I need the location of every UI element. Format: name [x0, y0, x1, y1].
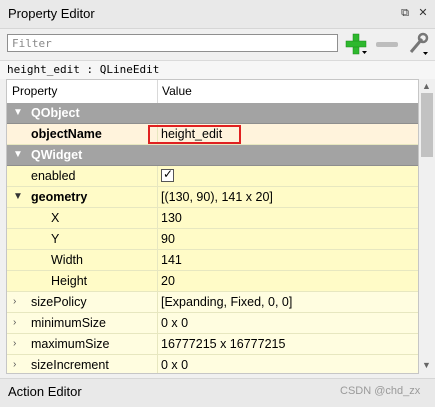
add-property-icon[interactable] — [345, 33, 367, 55]
window-title: Property Editor — [8, 6, 95, 21]
value-column-header[interactable]: Value — [162, 84, 192, 98]
configure-wrench-icon[interactable] — [407, 32, 429, 56]
property-row-geometry[interactable]: ▼ geometry [(130, 90), 141 x 20] — [7, 187, 418, 208]
property-row-objectname[interactable]: objectName height_edit — [7, 124, 418, 145]
property-value[interactable]: 0 x 0 — [161, 358, 188, 372]
property-row-width[interactable]: Width 141 — [7, 250, 418, 271]
property-name: objectName — [31, 127, 102, 141]
header-separator — [157, 80, 158, 103]
column-separator — [157, 187, 158, 208]
property-row-x[interactable]: X 130 — [7, 208, 418, 229]
vertical-scrollbar[interactable]: ▲ ▼ — [419, 79, 435, 374]
property-value[interactable]: [(130, 90), 141 x 20] — [161, 190, 273, 204]
remove-property-icon[interactable] — [376, 42, 398, 47]
filter-input[interactable]: Filter — [7, 34, 338, 52]
property-name: Y — [51, 232, 60, 246]
enabled-checkbox[interactable] — [161, 167, 174, 182]
expand-arrow-icon[interactable]: › — [13, 296, 16, 307]
property-value[interactable]: 0 x 0 — [161, 316, 188, 330]
column-separator — [157, 334, 158, 355]
property-value[interactable]: 141 — [161, 253, 182, 267]
property-row-minimumsize[interactable]: › minimumSize 0 x 0 — [7, 313, 418, 334]
object-info-label: height_edit : QLineEdit — [0, 60, 435, 79]
expand-arrow-icon[interactable]: › — [13, 317, 16, 328]
property-name: Height — [51, 274, 88, 288]
property-name: geometry — [31, 190, 88, 204]
scroll-up-icon[interactable]: ▲ — [422, 81, 431, 91]
property-tree: Property Value ▼ QObject objectName heig… — [6, 79, 419, 374]
column-separator — [157, 208, 158, 229]
property-value[interactable]: 20 — [161, 274, 175, 288]
property-name: X — [51, 211, 60, 225]
group-row-qwidget[interactable]: ▼ QWidget — [7, 145, 418, 166]
column-separator — [157, 166, 158, 187]
property-row-sizepolicy[interactable]: › sizePolicy [Expanding, Fixed, 0, 0] — [7, 292, 418, 313]
close-icon[interactable]: ✕ — [414, 4, 432, 22]
group-row-qobject[interactable]: ▼ QObject — [7, 103, 418, 124]
collapse-arrow-icon[interactable]: ▼ — [13, 107, 23, 118]
property-name: Width — [51, 253, 83, 267]
column-separator — [157, 313, 158, 334]
expand-arrow-icon[interactable]: › — [13, 338, 16, 349]
highlight-box — [148, 125, 241, 144]
property-name: sizePolicy — [31, 295, 87, 309]
property-value[interactable]: [Expanding, Fixed, 0, 0] — [161, 295, 292, 309]
column-separator — [157, 229, 158, 250]
property-value[interactable]: 90 — [161, 232, 175, 246]
property-name: sizeIncrement — [31, 358, 109, 372]
group-label: QObject — [31, 106, 80, 120]
toolbar: Filter — [0, 29, 435, 59]
tree-header: Property Value — [7, 80, 418, 104]
column-separator — [157, 271, 158, 292]
property-value[interactable]: 16777215 x 16777215 — [161, 337, 285, 351]
scrollbar-thumb[interactable] — [421, 93, 433, 157]
expand-arrow-icon[interactable]: › — [13, 359, 16, 370]
property-row-sizeincrement[interactable]: › sizeIncrement 0 x 0 — [7, 355, 418, 373]
property-row-y[interactable]: Y 90 — [7, 229, 418, 250]
expand-arrow-icon[interactable]: ▼ — [13, 191, 23, 202]
column-separator — [157, 355, 158, 373]
column-separator — [157, 292, 158, 313]
group-label: QWidget — [31, 148, 83, 162]
float-icon[interactable]: ⧉ — [396, 4, 414, 22]
watermark: CSDN @chd_zx — [340, 385, 421, 397]
property-name: enabled — [31, 169, 76, 183]
property-value[interactable]: 130 — [161, 211, 182, 225]
property-row-maximumsize[interactable]: › maximumSize 16777215 x 16777215 — [7, 334, 418, 355]
property-column-header[interactable]: Property — [12, 84, 57, 98]
property-name: maximumSize — [31, 337, 110, 351]
action-editor-title: Action Editor — [8, 384, 82, 399]
property-row-enabled[interactable]: enabled — [7, 166, 418, 187]
property-name: minimumSize — [31, 316, 107, 330]
property-editor-titlebar: Property Editor ⧉ ✕ — [0, 0, 435, 29]
scroll-down-icon[interactable]: ▼ — [422, 360, 431, 370]
collapse-arrow-icon[interactable]: ▼ — [13, 149, 23, 160]
column-separator — [157, 250, 158, 271]
property-row-height[interactable]: Height 20 — [7, 271, 418, 292]
